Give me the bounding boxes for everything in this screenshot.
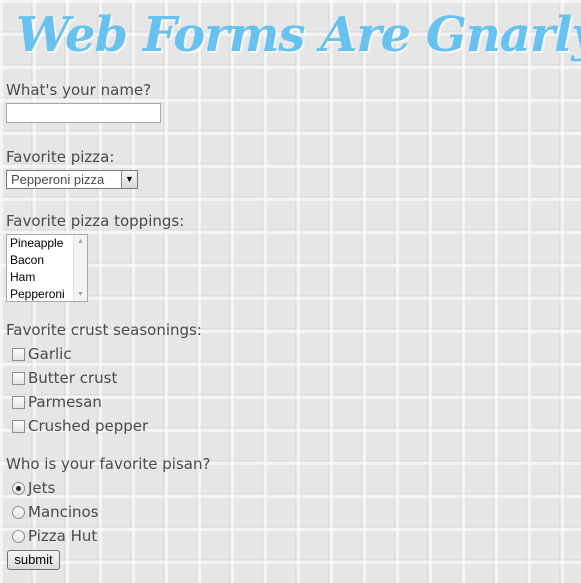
pisan-option-jets[interactable]: Jets: [6, 476, 566, 500]
seasoning-option-crushed-pepper[interactable]: Crushed pepper: [6, 414, 566, 438]
name-question: What's your name?: [6, 81, 152, 99]
seasoning-label: Garlic: [28, 345, 72, 363]
pisan-label: Jets: [28, 479, 56, 497]
seasoning-label: Butter crust: [28, 369, 118, 387]
checkbox[interactable]: [12, 348, 25, 361]
pizza-select[interactable]: Pepperoni pizza ▼: [6, 170, 138, 189]
seasoning-option-parmesan[interactable]: Parmesan: [6, 390, 566, 414]
page-title: Web Forms Are Gnarly!: [16, 7, 581, 63]
toppings-scrollbar[interactable]: ▲ ▼: [73, 235, 87, 301]
pisan-label: Pizza Hut: [28, 527, 98, 545]
pizza-select-value: Pepperoni pizza: [11, 172, 105, 187]
seasoning-label: Crushed pepper: [28, 417, 149, 435]
pizza-form: What's your name? Favorite pizza: Pepper…: [6, 80, 566, 548]
pisan-label: Mancinos: [28, 503, 99, 521]
pizza-question: Favorite pizza:: [6, 148, 115, 166]
scroll-down-icon[interactable]: ▼: [74, 288, 87, 301]
checkbox[interactable]: [12, 420, 25, 433]
toppings-question: Favorite pizza toppings:: [6, 212, 185, 230]
seasoning-option-garlic[interactable]: Garlic: [6, 342, 566, 366]
seasoning-option-butter-crust[interactable]: Butter crust: [6, 366, 566, 390]
pisan-option-mancinos[interactable]: Mancinos: [6, 500, 566, 524]
pisan-question: Who is your favorite pisan?: [6, 455, 211, 473]
name-input[interactable]: [6, 103, 161, 123]
seasoning-label: Parmesan: [28, 393, 102, 411]
radio-button[interactable]: [12, 530, 25, 543]
radio-button[interactable]: [12, 506, 25, 519]
scroll-up-icon[interactable]: ▲: [74, 235, 87, 248]
checkbox[interactable]: [12, 396, 25, 409]
seasonings-question: Favorite crust seasonings:: [6, 321, 202, 339]
radio-button-selected[interactable]: [12, 482, 25, 495]
checkbox[interactable]: [12, 372, 25, 385]
submit-button[interactable]: submit: [7, 550, 60, 570]
pisan-option-pizza-hut[interactable]: Pizza Hut: [6, 524, 566, 548]
toppings-listbox[interactable]: Pineapple Bacon Ham Pepperoni ▲ ▼: [6, 234, 88, 302]
chevron-down-icon[interactable]: ▼: [121, 171, 137, 188]
